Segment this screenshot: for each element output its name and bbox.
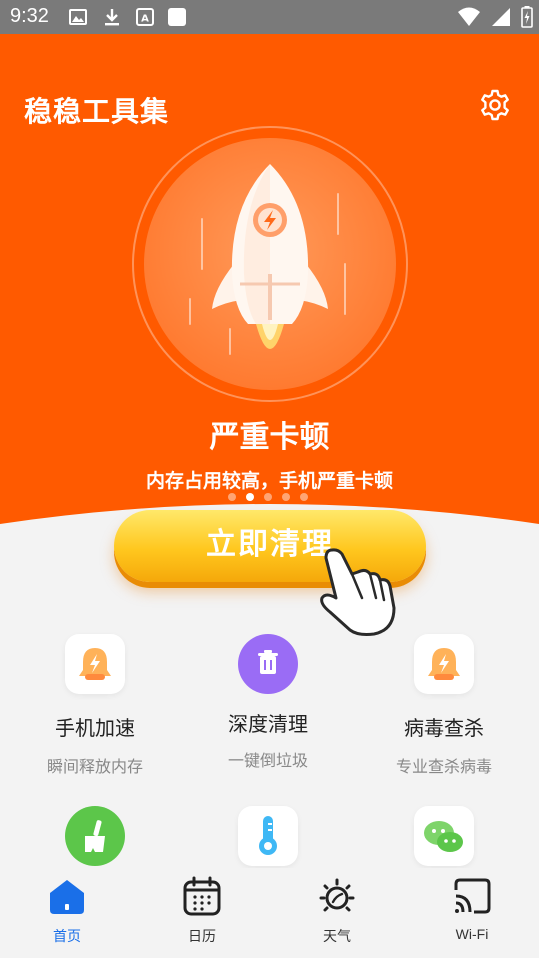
- tool-virus-scan[interactable]: 病毒查杀 专业查杀病毒: [354, 634, 534, 777]
- bell-bolt-icon: [79, 648, 111, 680]
- tool-phone-boost[interactable]: 手机加速 瞬间释放内存: [5, 634, 185, 777]
- trash-icon: [258, 650, 278, 674]
- rocket-illustration: [132, 126, 408, 402]
- status-title: 严重卡顿: [209, 420, 330, 455]
- carousel-dot[interactable]: [300, 493, 308, 501]
- tool-subtitle: 瞬间释放内存: [46, 757, 143, 776]
- nav-calendar[interactable]: 日历: [157, 876, 247, 946]
- home-icon: [50, 880, 84, 914]
- svg-text:A: A: [141, 14, 149, 25]
- a-text-icon: A: [136, 8, 154, 26]
- tool-icon-box: [238, 634, 298, 694]
- tool-subtitle: 一键倒垃圾: [227, 751, 308, 770]
- tool-icon-box: [414, 634, 474, 694]
- bottom-nav: 首页 日历 天气 Wi-Fi: [0, 868, 539, 958]
- battery-icon: [521, 6, 533, 28]
- wifi-signal-icon: [458, 7, 480, 26]
- tool-icon-box: [65, 634, 125, 694]
- nav-home[interactable]: 首页: [22, 876, 112, 946]
- tool-deep-clean[interactable]: 深度清理 一键倒垃圾: [178, 634, 358, 771]
- carousel-dot[interactable]: [228, 493, 236, 501]
- carousel-dots: [228, 493, 308, 501]
- status-description: 内存占用较高，手机严重卡顿: [145, 470, 393, 492]
- status-time: 9:32: [10, 5, 49, 27]
- tool-name: 深度清理: [228, 712, 308, 736]
- thermometer-icon: [259, 816, 277, 855]
- wechat-icon: [424, 821, 463, 852]
- pointing-hand-icon: [320, 548, 396, 636]
- tool-name: 病毒查杀: [404, 716, 484, 740]
- tool-broom[interactable]: [5, 806, 185, 866]
- nav-wifi[interactable]: Wi-Fi: [427, 876, 517, 942]
- calendar-icon: [183, 876, 221, 916]
- weather-sun-icon: [319, 878, 355, 912]
- cast-icon: [454, 878, 491, 914]
- tool-icon-box: [65, 806, 125, 866]
- image-icon: [69, 9, 87, 25]
- cell-signal-icon: [492, 8, 510, 26]
- settings-gear-icon[interactable]: [478, 88, 512, 122]
- nav-weather-label: 天气: [323, 928, 351, 944]
- nav-wifi-label: Wi-Fi: [455, 926, 489, 942]
- broom-icon: [85, 820, 105, 852]
- carousel-dot-active[interactable]: [246, 493, 254, 501]
- tool-icon-box: [238, 806, 298, 866]
- tool-subtitle: 专业查杀病毒: [395, 757, 492, 776]
- tool-icon-box: [414, 806, 474, 866]
- carousel-dot[interactable]: [282, 493, 290, 501]
- tool-cooling[interactable]: [178, 806, 358, 866]
- nav-weather[interactable]: 天气: [292, 876, 382, 946]
- nav-home-label: 首页: [53, 928, 81, 944]
- nav-calendar-label: 日历: [188, 928, 216, 944]
- download-icon: [105, 9, 119, 26]
- carousel-dot[interactable]: [264, 493, 272, 501]
- square-icon: [168, 8, 186, 26]
- status-bar: 9:32 A: [0, 0, 539, 34]
- tool-wechat-clean[interactable]: [354, 806, 534, 866]
- bell-bolt-icon: [428, 648, 460, 680]
- hero-section: 稳稳工具集 严重卡顿 内存占用较高，手机严重卡顿 立即清理: [0, 34, 539, 636]
- tool-name: 手机加速: [55, 716, 135, 740]
